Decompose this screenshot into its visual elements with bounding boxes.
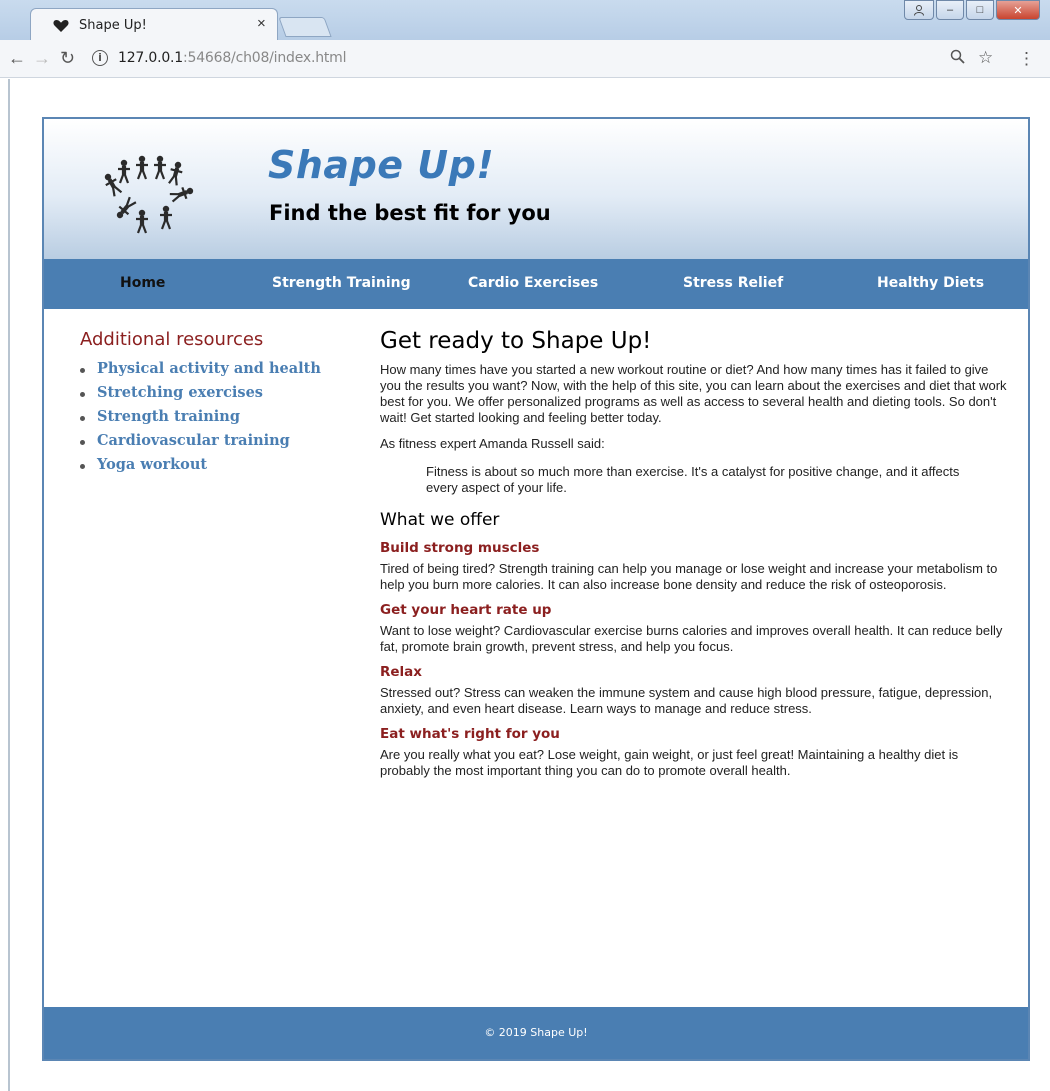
page-container: Shape Up! Find the best fit for you Home… xyxy=(42,117,1030,1061)
main-heading: Get ready to Shape Up! xyxy=(380,328,652,354)
page-viewport: Shape Up! Find the best fit for you Home… xyxy=(0,79,1050,1091)
offer-text: Tired of being tired? Strength training … xyxy=(380,561,998,592)
quote-intro: As fitness expert Amanda Russell said: xyxy=(380,436,605,451)
intro-paragraph: How many times have you started a new wo… xyxy=(380,362,1007,425)
sidebar-link-stretching[interactable]: Stretching exercises xyxy=(80,384,340,408)
nav-link-strength-training[interactable]: Strength Training xyxy=(272,275,411,291)
sidebar-link-physical-activity[interactable]: Physical activity and health xyxy=(80,360,340,384)
bookmark-star-icon[interactable]: ☆ xyxy=(978,48,993,68)
user-icon xyxy=(914,5,924,16)
sidebar-link-cardiovascular[interactable]: Cardiovascular training xyxy=(80,432,340,456)
site-title: Shape Up! xyxy=(268,143,495,187)
window-user-icon[interactable] xyxy=(904,0,934,20)
sidebar: Additional resources Physical activity a… xyxy=(80,329,340,480)
main-content: Get ready to Shape Up! How many times ha… xyxy=(380,328,1010,788)
offer-title: Get your heart rate up xyxy=(380,602,552,618)
title-bar: Shape Up! × – □ ✕ xyxy=(0,0,1050,42)
main-nav: Home Strength Training Cardio Exercises … xyxy=(44,259,1028,309)
forward-arrow-icon[interactable]: → xyxy=(33,48,51,69)
sidebar-list: Physical activity and health Stretching … xyxy=(80,360,340,480)
logo-people-circle-icon xyxy=(104,155,194,234)
offer-text: Stressed out? Stress can weaken the immu… xyxy=(380,685,993,716)
tab-close-icon[interactable]: × xyxy=(257,15,266,32)
nav-link-home[interactable]: Home xyxy=(120,275,165,291)
menu-dots-icon[interactable]: ⋮ xyxy=(1018,49,1035,69)
footer-copyright: © 2019 Shape Up! xyxy=(484,1026,588,1039)
site-header: Shape Up! Find the best fit for you xyxy=(44,119,1028,259)
browser-toolbar: ← → ↻ i 127.0.0.1:54668/ch08/index.html … xyxy=(0,40,1050,78)
back-arrow-icon[interactable]: ← xyxy=(8,48,26,69)
nav-link-cardio-exercises[interactable]: Cardio Exercises xyxy=(468,275,598,291)
browser-window: Shape Up! × – □ ✕ ← → ↻ i 127.0.0.1:5466… xyxy=(0,0,1050,1091)
offer-text: Are you really what you eat? Lose weight… xyxy=(380,747,959,778)
browser-tab[interactable]: Shape Up! × xyxy=(30,8,278,42)
offer-title: Build strong muscles xyxy=(380,540,540,556)
nav-link-healthy-diets[interactable]: Healthy Diets xyxy=(877,275,984,291)
zoom-icon[interactable] xyxy=(950,49,965,68)
nav-link-stress-relief[interactable]: Stress Relief xyxy=(683,275,783,291)
window-controls: – □ ✕ xyxy=(904,0,1040,22)
sidebar-link-strength[interactable]: Strength training xyxy=(80,408,340,432)
restore-button[interactable]: □ xyxy=(966,0,994,20)
minimize-button[interactable]: – xyxy=(936,0,964,20)
window-edge xyxy=(8,79,10,1091)
tab-title: Shape Up! xyxy=(79,18,147,33)
close-window-button[interactable]: ✕ xyxy=(996,0,1040,20)
site-tagline: Find the best fit for you xyxy=(269,201,551,225)
offer-text: Want to lose weight? Cardiovascular exer… xyxy=(380,623,1003,654)
offers-heading: What we offer xyxy=(380,510,500,530)
info-icon[interactable]: i xyxy=(92,50,108,66)
sidebar-link-yoga[interactable]: Yoga workout xyxy=(80,456,340,480)
offer-title: Relax xyxy=(380,664,422,680)
new-tab-button[interactable] xyxy=(278,17,332,37)
reload-icon[interactable]: ↻ xyxy=(60,48,75,69)
site-footer: © 2019 Shape Up! xyxy=(44,1007,1028,1059)
sidebar-title: Additional resources xyxy=(80,329,264,350)
offer-title: Eat what's right for you xyxy=(380,726,560,742)
blockquote: Fitness is about so much more than exerc… xyxy=(426,464,960,495)
heart-icon xyxy=(53,20,69,32)
url-path: :54668/ch08/index.html xyxy=(183,50,347,66)
url-host: 127.0.0.1 xyxy=(118,50,183,66)
address-bar[interactable]: 127.0.0.1:54668/ch08/index.html xyxy=(118,50,347,66)
